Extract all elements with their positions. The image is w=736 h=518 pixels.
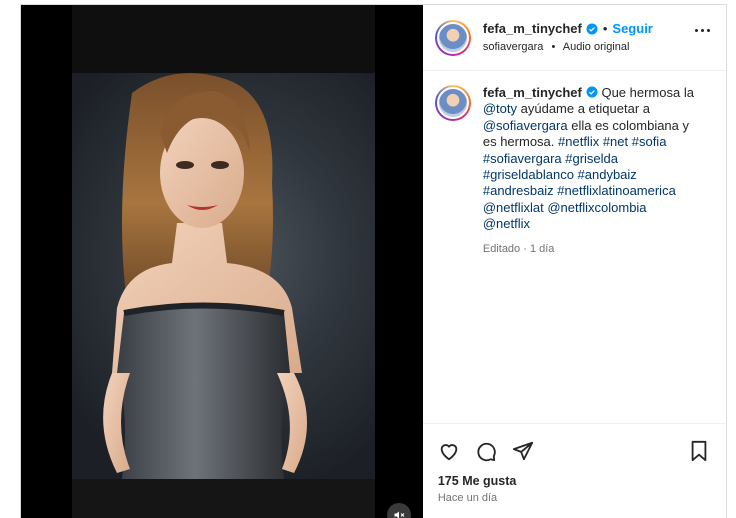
mute-button[interactable] xyxy=(387,503,411,518)
muted-speaker-icon xyxy=(394,511,405,518)
caption-avatar[interactable] xyxy=(434,85,471,121)
caption-mid-1: ayúdame a etiquetar a xyxy=(517,101,650,117)
post-modal: fefa_m_tinychef • Seguir sofiavergara • … xyxy=(20,4,727,518)
send-icon xyxy=(512,441,533,461)
caption-mentions-tail[interactable]: @netflixlat @netflixcolombia @netflix xyxy=(483,200,647,231)
author-avatar[interactable] xyxy=(434,19,471,56)
verified-badge-icon xyxy=(586,23,598,34)
comment-button[interactable] xyxy=(474,439,498,463)
audio-user-link[interactable]: sofiavergara xyxy=(483,41,544,53)
audio-separator: • xyxy=(551,40,556,53)
save-button[interactable] xyxy=(687,439,711,463)
separator-dot: • xyxy=(602,20,608,36)
video-frame xyxy=(72,73,375,479)
caption-block: fefa_m_tinychef Que hermosa la @toty ayú… xyxy=(423,71,726,257)
video-player[interactable] xyxy=(72,5,375,518)
caption-text: fefa_m_tinychef Que hermosa la @toty ayú… xyxy=(483,85,695,257)
bookmark-icon xyxy=(691,440,707,462)
author-username[interactable]: fefa_m_tinychef xyxy=(483,20,582,38)
share-button[interactable] xyxy=(511,439,535,463)
follow-button[interactable]: Seguir xyxy=(612,20,652,38)
post-header: fefa_m_tinychef • Seguir sofiavergara • … xyxy=(422,5,726,71)
video-bottom-band xyxy=(72,479,375,518)
likes-count[interactable]: 175 Me gusta xyxy=(423,466,727,488)
comment-icon xyxy=(477,442,496,462)
like-button[interactable] xyxy=(437,439,461,463)
post-time: Hace un día xyxy=(437,492,498,504)
more-options-icon[interactable] xyxy=(695,29,710,32)
mention-toty[interactable]: @toty xyxy=(483,101,517,116)
caption-verified-badge-icon xyxy=(586,86,598,98)
media-area xyxy=(21,5,423,518)
mention-sofiavergara[interactable]: @sofiavergara xyxy=(483,118,568,133)
side-panel: fefa_m_tinychef • Seguir sofiavergara • … xyxy=(422,5,727,518)
audio-label[interactable]: Audio original xyxy=(563,41,630,53)
edited-timestamp: Editado · 1 día xyxy=(482,242,555,255)
caption-intro: Que hermosa la xyxy=(597,85,694,100)
doll-illustration xyxy=(103,73,307,479)
video-top-band xyxy=(72,5,375,73)
heart-icon xyxy=(440,444,458,461)
actions-bar: 175 Me gusta Hace un día xyxy=(422,423,727,518)
caption-username[interactable]: fefa_m_tinychef xyxy=(483,85,582,100)
